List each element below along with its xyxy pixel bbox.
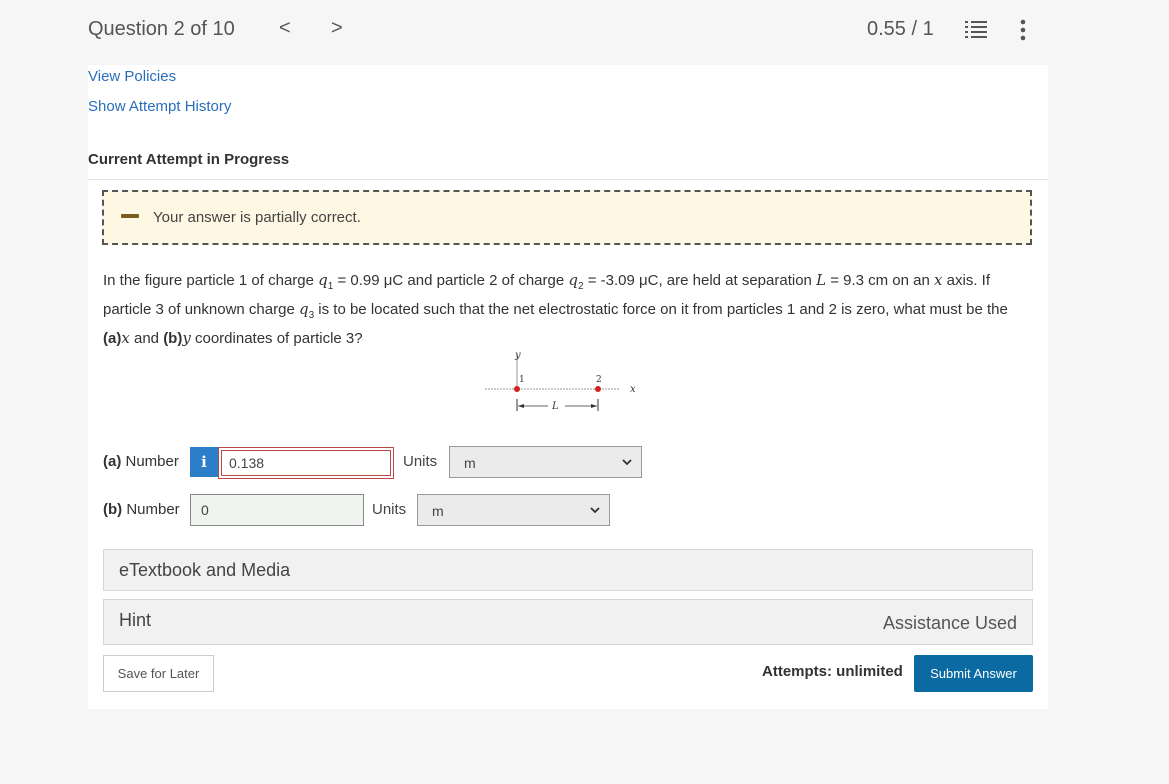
q3-variable: q (298, 300, 309, 318)
question-fragment: = 0.99 μC and particle 2 of charge (333, 272, 569, 289)
etextbook-media-label: eTextbook and Media (119, 560, 291, 580)
q1-variable: q (318, 271, 328, 289)
answer-a-label: (a) Number (103, 453, 179, 470)
question-fragment: is to be located such that the net elect… (314, 301, 1008, 318)
question-text: In the figure particle 1 of charge q1 = … (103, 269, 1033, 350)
x-variable: x (121, 329, 130, 347)
assistance-used-status: Assistance Used (882, 613, 1017, 633)
submit-answer-button[interactable]: Submit Answer (914, 655, 1033, 692)
attempt-history-link[interactable]: Show Attempt History (88, 98, 231, 115)
unit-select-a[interactable]: m (449, 446, 642, 478)
chevron-down-icon (590, 507, 600, 514)
question-fragment: = -3.09 μC, are held at separation (583, 272, 817, 289)
question-position: Question 2 of 10 (88, 18, 235, 40)
question-fragment: = 9.3 cm on an (826, 272, 935, 289)
units-label-a: Units (403, 453, 438, 470)
question-panel: View Policies Show Attempt History Curre… (88, 65, 1048, 709)
particle-2 (595, 386, 601, 392)
feedback-banner: Your answer is partially correct. (102, 190, 1032, 245)
partial-dash-icon (121, 214, 139, 218)
answer-b-input[interactable] (190, 494, 364, 526)
previous-question-icon[interactable]: < (279, 17, 291, 40)
L-variable: L (816, 271, 827, 289)
question-fragment: coordinates of particle 3? (190, 330, 363, 347)
hint-label: Hint (119, 610, 152, 630)
list-icon[interactable] (965, 20, 987, 40)
y-axis-label: y (514, 350, 521, 361)
part-a-label: (a) (103, 453, 122, 470)
unit-value: m (464, 455, 476, 471)
answer-b-label: (b) Number (103, 501, 180, 518)
next-question-icon[interactable]: > (331, 17, 343, 40)
number-label: Number (122, 501, 180, 518)
unit-value: m (432, 503, 444, 519)
part-b-label: (b) (103, 501, 123, 518)
q2-variable: q (568, 271, 578, 289)
particle-1 (514, 386, 520, 392)
particle-2-label: 2 (596, 375, 602, 385)
particle-figure: y x 1 2 L (485, 350, 636, 412)
view-policies-link[interactable]: View Policies (88, 68, 176, 85)
x-axis-label: x (630, 384, 636, 395)
divider (88, 179, 1048, 180)
attempts-count: Attempts: unlimited (762, 663, 903, 680)
top-bar: Question 2 of 10 < > 0.55 / 1 (0, 0, 1169, 62)
part-a-label: (a) (103, 330, 122, 347)
answer-a-input[interactable] (218, 447, 394, 479)
question-fragment: In the figure particle 1 of charge (103, 272, 319, 289)
particle-1-label: 1 (519, 375, 525, 385)
part-b-label: (b) (163, 330, 183, 347)
separation-label: L (551, 401, 559, 412)
y-variable: y (182, 329, 191, 347)
info-button[interactable]: i (190, 447, 218, 477)
number-label: Number (121, 453, 179, 470)
units-label-b: Units (372, 501, 407, 518)
attempt-heading: Current Attempt in Progress (88, 151, 290, 168)
chevron-down-icon (622, 459, 632, 466)
more-vertical-icon[interactable] (1018, 18, 1028, 42)
dimension-arrow (591, 404, 597, 408)
etextbook-media-section[interactable]: eTextbook and Media (103, 549, 1033, 591)
save-for-later-button[interactable]: Save for Later (103, 655, 214, 692)
score: 0.55 / 1 (867, 18, 934, 40)
feedback-text: Your answer is partially correct. (153, 209, 361, 226)
question-fragment: and (129, 330, 164, 347)
unit-select-b[interactable]: m (417, 494, 610, 526)
dimension-arrow (518, 404, 524, 408)
hint-section[interactable]: Hint Assistance Used (103, 599, 1033, 645)
